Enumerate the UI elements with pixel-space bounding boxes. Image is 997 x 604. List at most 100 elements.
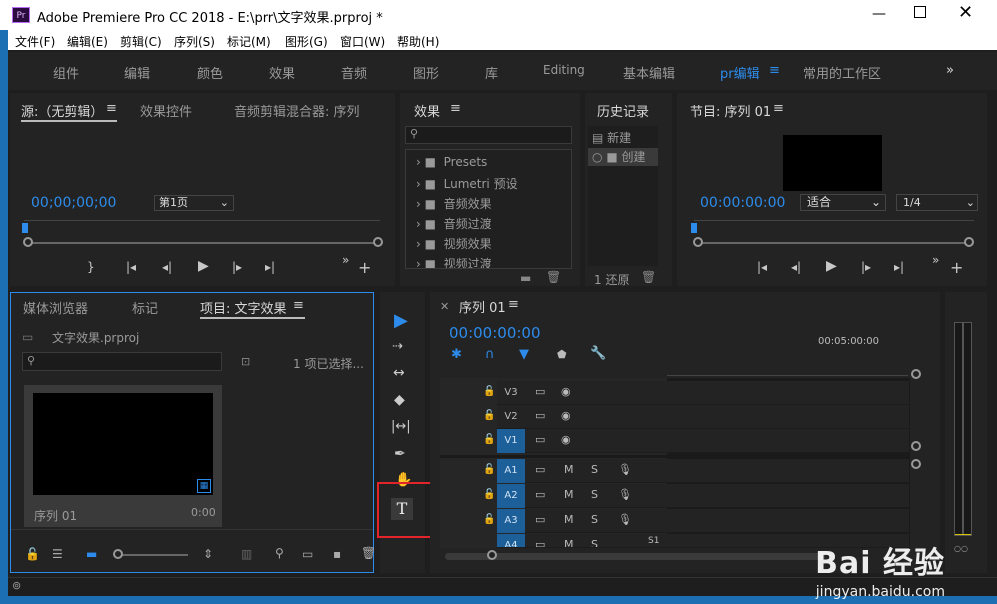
lock-icon[interactable]: 🔓 <box>483 489 495 500</box>
lock-icon[interactable]: 🔓 <box>483 410 495 421</box>
linked-selection-icon[interactable]: ∩ <box>485 347 495 362</box>
sync-lock-icon[interactable]: ▭ <box>535 538 545 547</box>
workspace-tab[interactable]: 图形 <box>413 63 439 82</box>
add-marker-icon[interactable]: ▼ <box>519 347 529 362</box>
menu-file[interactable]: 文件(F) <box>15 33 55 50</box>
menu-graphics[interactable]: 图形(G) <box>285 33 328 50</box>
menu-marker[interactable]: 标记(M) <box>227 33 271 50</box>
mute-icon[interactable]: M <box>564 538 574 547</box>
sync-lock-icon[interactable]: ▭ <box>535 385 545 398</box>
sync-lock-icon[interactable]: ▭ <box>535 463 545 476</box>
step-back-icon[interactable]: ◂| <box>791 260 801 274</box>
zoom-handle-right[interactable] <box>964 237 974 247</box>
workspace-tab[interactable]: 常用的工作区 <box>803 63 881 82</box>
zoom-slider-handle[interactable] <box>113 549 123 559</box>
tab-project[interactable]: 项目: 文字效果 <box>200 298 287 317</box>
trash-icon[interactable]: 🗑 <box>361 546 376 560</box>
workspace-tab-active[interactable]: pr编辑 <box>720 63 760 82</box>
program-timecode[interactable]: 00:00:00:00 <box>700 195 785 211</box>
vertical-scroll-handle[interactable] <box>911 459 921 469</box>
solo-icon[interactable]: S <box>591 488 598 501</box>
mic-icon[interactable]: 🎙 <box>618 463 632 476</box>
ruler-area[interactable] <box>667 352 908 376</box>
mic-icon[interactable]: 🎙 <box>618 488 632 501</box>
new-bin-icon[interactable]: ▬ <box>520 271 531 285</box>
workspace-tab[interactable]: 颜色 <box>197 63 223 82</box>
trash-icon[interactable]: 🗑 <box>546 270 561 284</box>
mute-icon[interactable]: M <box>564 488 574 501</box>
menu-window[interactable]: 窗口(W) <box>340 33 385 50</box>
tab-menu-icon[interactable]: ≡ <box>773 101 784 116</box>
zoom-scrollbar[interactable] <box>697 242 967 244</box>
workspace-menu-icon[interactable]: ≡ <box>769 63 780 78</box>
menu-clip[interactable]: 剪辑(C) <box>120 33 162 50</box>
track-a3[interactable]: 🔓 A3 ▭ M S 🎙 <box>483 509 909 533</box>
sync-lock-icon[interactable]: ▭ <box>535 433 545 446</box>
track-v2[interactable]: 🔓 V2 ▭ ◉ <box>483 405 909 429</box>
sync-lock-icon[interactable]: ▭ <box>535 513 545 526</box>
lock-icon[interactable]: 🔓 <box>483 464 495 475</box>
track-a2[interactable]: 🔓 A2 ▭ M S 🎙 <box>483 484 909 508</box>
zoom-slider[interactable] <box>118 554 188 556</box>
list-item[interactable]: › ■ Lumetri 预设 <box>416 175 518 192</box>
workspace-tab[interactable]: 基本编辑 <box>623 63 675 82</box>
icon-view-icon[interactable]: ▬ <box>86 547 97 561</box>
menu-help[interactable]: 帮助(H) <box>397 33 439 50</box>
list-item[interactable]: › ■ 音频过渡 <box>416 215 492 232</box>
source-timecode[interactable]: 00;00;00;00 <box>31 195 116 211</box>
fit-select[interactable]: 适合 ⌄ <box>800 194 886 211</box>
maximize-button[interactable] <box>914 6 926 18</box>
track-a1[interactable]: 🔓 A1 ▭ M S 🎙 <box>483 459 909 483</box>
trash-icon[interactable]: 🗑 <box>641 270 656 284</box>
mute-icon[interactable]: M <box>564 463 574 476</box>
razor-tool-icon[interactable]: ◆ <box>394 392 405 408</box>
lock-icon[interactable]: 🔓 <box>25 547 40 561</box>
track-v3[interactable]: 🔓 V3 ▭ ◉ <box>483 381 909 405</box>
mark-out-icon[interactable]: } <box>87 260 95 274</box>
workspace-overflow-icon[interactable]: » <box>946 63 954 78</box>
mute-icon[interactable]: M <box>564 513 574 526</box>
automate-icon[interactable]: ▥ <box>241 547 252 561</box>
find-icon[interactable]: ⊡ <box>241 355 250 368</box>
tab-menu-icon[interactable]: ≡ <box>106 101 117 116</box>
lock-icon[interactable]: 🔓 <box>483 386 495 397</box>
new-bin-icon[interactable]: ▭ <box>302 547 313 561</box>
zoom-scrollbar[interactable] <box>26 242 382 244</box>
go-to-in-icon[interactable]: |◂ <box>757 260 767 274</box>
project-item-card[interactable]: ▦ 序列 01 0:00 <box>24 385 222 527</box>
track-v1[interactable]: 🔓 V1 ▭ ◉ <box>483 429 909 453</box>
zoom-handle-left[interactable] <box>23 237 33 247</box>
selection-tool-icon[interactable]: ▶ <box>394 310 408 331</box>
history-panel-title[interactable]: 历史记录 <box>597 101 649 120</box>
tab-markers[interactable]: 标记 <box>132 298 158 317</box>
list-view-icon[interactable]: ☰ <box>52 547 63 561</box>
play-icon[interactable]: ▶ <box>198 258 209 274</box>
add-button-icon[interactable]: + <box>950 258 963 277</box>
solo-buttons-icon[interactable]: ○○ <box>954 544 968 553</box>
wrench-icon[interactable]: 🔧 <box>590 346 606 361</box>
playhead[interactable] <box>22 223 28 233</box>
new-item-icon[interactable]: ▪ <box>333 547 341 561</box>
step-forward-icon[interactable]: |▸ <box>861 260 871 274</box>
overflow-icon[interactable]: » <box>342 253 349 267</box>
horizontal-scroll-handle[interactable] <box>487 550 497 560</box>
list-item[interactable]: › ■ 视频效果 <box>416 235 492 252</box>
play-icon[interactable]: ▶ <box>826 258 837 274</box>
timeline-timecode[interactable]: 00:00:00:00 <box>449 324 541 342</box>
lock-icon[interactable]: 🔓 <box>483 434 495 445</box>
solo-icon[interactable]: S <box>591 463 598 476</box>
mic-icon[interactable]: 🎙 <box>618 513 632 526</box>
go-to-out-icon[interactable]: ▸| <box>894 260 904 274</box>
menu-sequence[interactable]: 序列(S) <box>174 33 215 50</box>
project-search-input[interactable]: ⚲ <box>22 352 222 371</box>
workspace-tab[interactable]: 编辑 <box>124 63 150 82</box>
vertical-scroll-handle[interactable] <box>911 441 921 451</box>
horizontal-scrollbar[interactable] <box>445 553 825 560</box>
list-item[interactable]: › ■ 音频效果 <box>416 195 492 212</box>
list-item[interactable]: › ■ Presets <box>416 155 487 169</box>
timeline-tab[interactable]: 序列 01 <box>459 297 506 316</box>
vertical-scroll-handle[interactable] <box>911 369 921 379</box>
eye-icon[interactable]: ◉ <box>561 385 571 398</box>
solo-icon[interactable]: S <box>591 513 598 526</box>
menu-edit[interactable]: 编辑(E) <box>67 33 108 50</box>
